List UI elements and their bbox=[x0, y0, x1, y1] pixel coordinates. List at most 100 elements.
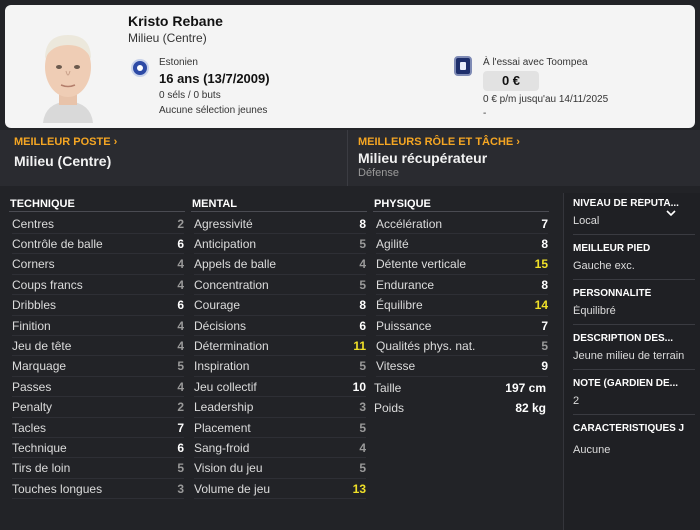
attribute-label: Marquage bbox=[12, 359, 67, 374]
attribute-row[interactable]: Dribbles 6 bbox=[12, 296, 184, 316]
attribute-row[interactable]: Appels de balle 4 bbox=[194, 255, 366, 275]
gk-rating-value: 2 bbox=[573, 395, 580, 407]
player-extra: - bbox=[483, 108, 487, 119]
attribute-value: 6 bbox=[177, 298, 184, 313]
gk-rating-header: NOTE (GARDIEN DE... bbox=[573, 378, 679, 389]
attribute-value: 2 bbox=[177, 400, 184, 415]
attribute-value: 5 bbox=[359, 420, 366, 435]
attribute-row[interactable]: Détente verticale 15 bbox=[376, 255, 548, 275]
attribute-value: 7 bbox=[541, 318, 548, 333]
reputation-header[interactable]: NIVEAU DE RÉPUTA... bbox=[573, 198, 691, 209]
attribute-row[interactable]: Finition 4 bbox=[12, 316, 184, 336]
physique-header-line bbox=[373, 211, 549, 212]
attribute-row[interactable]: Volume de jeu 13 bbox=[194, 479, 366, 500]
attribute-row[interactable]: Leadership 3 bbox=[194, 398, 366, 418]
height-row: Taille 197 cm bbox=[374, 378, 546, 398]
attribute-label: Jeu collectif bbox=[194, 379, 257, 394]
attribute-row[interactable]: Marquage 5 bbox=[12, 357, 184, 377]
player-info-panel: NIVEAU DE RÉPUTA... Local MEILLEUR PIED … bbox=[563, 193, 700, 530]
best-role-duty: Défense bbox=[358, 167, 399, 179]
attribute-label: Vitesse bbox=[376, 359, 416, 374]
player-header-card: Kristo Rebane Milieu (Centre) Estonien 1… bbox=[5, 5, 695, 128]
attribute-value: 5 bbox=[177, 461, 184, 476]
attribute-row[interactable]: Concentration 5 bbox=[194, 275, 366, 296]
attribute-label: Penalty bbox=[12, 400, 53, 415]
attribute-label: Corners bbox=[12, 257, 55, 272]
player-value: 0 € bbox=[483, 71, 539, 91]
attribute-label: Finition bbox=[12, 318, 51, 333]
attribute-row[interactable]: Touches longues 3 bbox=[12, 479, 184, 500]
player-age: 16 ans (13/7/2009) bbox=[159, 71, 270, 86]
attribute-value: 4 bbox=[359, 257, 366, 272]
best-role-link[interactable]: MEILLEURS RÔLE ET TÂCHE › bbox=[358, 136, 520, 148]
info-divider bbox=[573, 234, 695, 235]
contract-status[interactable]: À l'essai avec Toompea bbox=[483, 57, 588, 68]
attribute-row[interactable]: Sang-froid 4 bbox=[194, 438, 366, 459]
attribute-row[interactable]: Centres 2 bbox=[12, 214, 184, 234]
attribute-value: 4 bbox=[177, 257, 184, 272]
attribute-row[interactable]: Corners 4 bbox=[12, 255, 184, 275]
attribute-label: Dribbles bbox=[12, 298, 57, 313]
band-divider bbox=[347, 130, 348, 186]
attribute-value: 5 bbox=[359, 461, 366, 476]
estonia-flag-icon[interactable] bbox=[131, 59, 149, 77]
attribute-row[interactable]: Coups francs 4 bbox=[12, 275, 184, 296]
attribute-row[interactable]: Accélération 7 bbox=[376, 214, 548, 234]
attribute-row[interactable]: Qualités phys. nat. 5 bbox=[376, 336, 548, 357]
attribute-value: 4 bbox=[177, 277, 184, 292]
attribute-row[interactable]: Penalty 2 bbox=[12, 398, 184, 418]
attribute-row[interactable]: Équilibre 14 bbox=[376, 296, 548, 316]
attribute-value: 8 bbox=[541, 236, 548, 251]
attribute-row[interactable]: Jeu de tête 4 bbox=[12, 336, 184, 357]
chevron-down-icon[interactable] bbox=[666, 209, 676, 217]
player-name: Kristo Rebane bbox=[128, 13, 223, 29]
attribute-row[interactable]: Placement 5 bbox=[194, 418, 366, 438]
attribute-row[interactable]: Courage 8 bbox=[194, 296, 366, 316]
attribute-row[interactable]: Agressivité 8 bbox=[194, 214, 366, 234]
attribute-label: Contrôle de balle bbox=[12, 236, 103, 251]
attribute-value: 5 bbox=[541, 338, 548, 353]
attribute-value: 7 bbox=[541, 216, 548, 231]
description-header: DESCRIPTION DES... bbox=[573, 333, 674, 344]
attribute-row[interactable]: Contrôle de balle 6 bbox=[12, 234, 184, 255]
attribute-row[interactable]: Agilité 8 bbox=[376, 234, 548, 255]
attribute-label: Inspiration bbox=[194, 359, 250, 374]
attribute-label: Détermination bbox=[194, 338, 269, 353]
attribute-row[interactable]: Jeu collectif 10 bbox=[194, 377, 366, 398]
attribute-label: Tacles bbox=[12, 420, 47, 435]
attribute-label: Appels de balle bbox=[194, 257, 277, 272]
attribute-row[interactable]: Détermination 11 bbox=[194, 336, 366, 357]
attribute-row[interactable]: Décisions 6 bbox=[194, 316, 366, 336]
attribute-row[interactable]: Anticipation 5 bbox=[194, 234, 366, 255]
attribute-value: 7 bbox=[177, 420, 184, 435]
attribute-label: Anticipation bbox=[194, 236, 257, 251]
attribute-row[interactable]: Inspiration 5 bbox=[194, 357, 366, 377]
attribute-row[interactable]: Tirs de loin 5 bbox=[12, 459, 184, 479]
info-divider bbox=[573, 324, 695, 325]
attribute-value: 2 bbox=[177, 216, 184, 231]
attribute-row[interactable]: Vitesse 9 bbox=[376, 357, 548, 377]
info-divider bbox=[573, 279, 695, 280]
height-value: 197 cm bbox=[505, 381, 546, 395]
attribute-label: Volume de jeu bbox=[194, 481, 271, 496]
club-badge-icon[interactable] bbox=[454, 56, 472, 76]
best-position-link[interactable]: MEILLEUR POSTE › bbox=[14, 136, 117, 148]
attribute-label: Centres bbox=[12, 216, 55, 231]
attribute-row[interactable]: Vision du jeu 5 bbox=[194, 459, 366, 479]
attribute-value: 10 bbox=[352, 379, 366, 394]
attribute-row[interactable]: Tacles 7 bbox=[12, 418, 184, 438]
attribute-value: 4 bbox=[177, 338, 184, 353]
preferred-foot-header: MEILLEUR PIED bbox=[573, 243, 651, 254]
attribute-row[interactable]: Technique 6 bbox=[12, 438, 184, 459]
attribute-row[interactable]: Endurance 8 bbox=[376, 275, 548, 296]
technique-header: TECHNIQUE bbox=[10, 198, 75, 210]
attribute-value: 4 bbox=[177, 379, 184, 394]
attribute-row[interactable]: Puissance 7 bbox=[376, 316, 548, 336]
attribute-value: 6 bbox=[359, 318, 366, 333]
mental-header-line bbox=[191, 211, 367, 212]
attribute-row[interactable]: Passes 4 bbox=[12, 377, 184, 398]
attribute-label: Technique bbox=[12, 440, 67, 455]
attribute-value: 4 bbox=[359, 440, 366, 455]
attribute-value: 9 bbox=[541, 359, 548, 374]
traits-header: CARACTÉRISTIQUES J bbox=[573, 423, 685, 434]
